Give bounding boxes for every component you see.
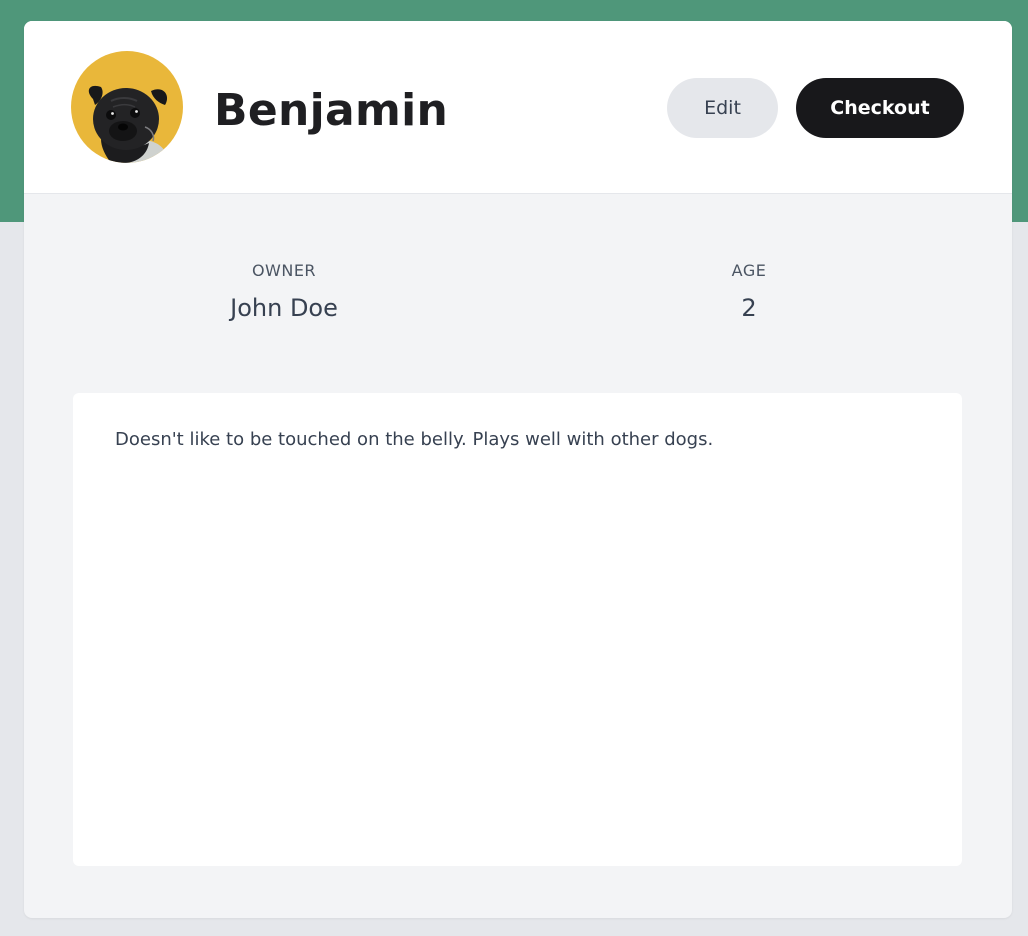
pug-avatar-icon	[88, 85, 168, 163]
owner-stat: OWNER John Doe	[184, 261, 384, 323]
pet-avatar	[71, 51, 183, 163]
age-label: AGE	[731, 261, 767, 280]
notes-text: Doesn't like to be touched on the belly.…	[115, 429, 714, 450]
pet-detail-card: Benjamin Edit Checkout OWNER John Doe AG…	[24, 21, 1012, 918]
card-header: Benjamin Edit Checkout	[24, 21, 1012, 194]
owner-value: John Doe	[230, 294, 338, 322]
notes-panel: Doesn't like to be touched on the belly.…	[73, 393, 962, 866]
checkout-button[interactable]: Checkout	[796, 78, 964, 138]
owner-label: OWNER	[251, 261, 317, 280]
age-stat: AGE 2	[649, 261, 849, 323]
pet-name-heading: Benjamin	[214, 85, 449, 136]
age-value: 2	[741, 294, 757, 322]
edit-button[interactable]: Edit	[667, 78, 778, 138]
